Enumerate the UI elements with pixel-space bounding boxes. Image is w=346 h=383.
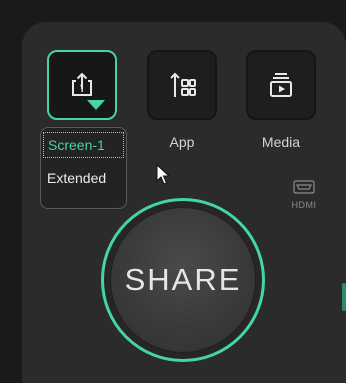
- dropdown-item-screen-1[interactable]: Screen-1: [43, 132, 124, 158]
- media-label: Media: [261, 134, 301, 150]
- mouse-pointer-icon: [156, 164, 171, 185]
- app-label: App: [169, 134, 195, 150]
- hdmi-source-button[interactable]: HDMI: [286, 180, 322, 210]
- edge-indicator: [342, 283, 346, 311]
- media-source-button[interactable]: [246, 50, 316, 120]
- share-button[interactable]: SHARE: [101, 198, 265, 362]
- app-source-button[interactable]: [147, 50, 217, 120]
- dropdown-arrow-icon[interactable]: [87, 100, 105, 110]
- share-button-label: SHARE: [124, 262, 242, 297]
- screen-share-icon: [72, 72, 92, 96]
- share-button-face[interactable]: SHARE: [110, 207, 256, 353]
- hdmi-port-icon: [293, 180, 315, 194]
- screen-dropdown-menu: Screen-1 Extended: [40, 127, 127, 209]
- dropdown-item-extended[interactable]: Extended: [43, 166, 124, 192]
- app-grid-icon: [170, 72, 196, 97]
- media-play-icon: [270, 73, 292, 97]
- hdmi-label: HDMI: [291, 200, 317, 210]
- screen-source-button[interactable]: [47, 50, 117, 120]
